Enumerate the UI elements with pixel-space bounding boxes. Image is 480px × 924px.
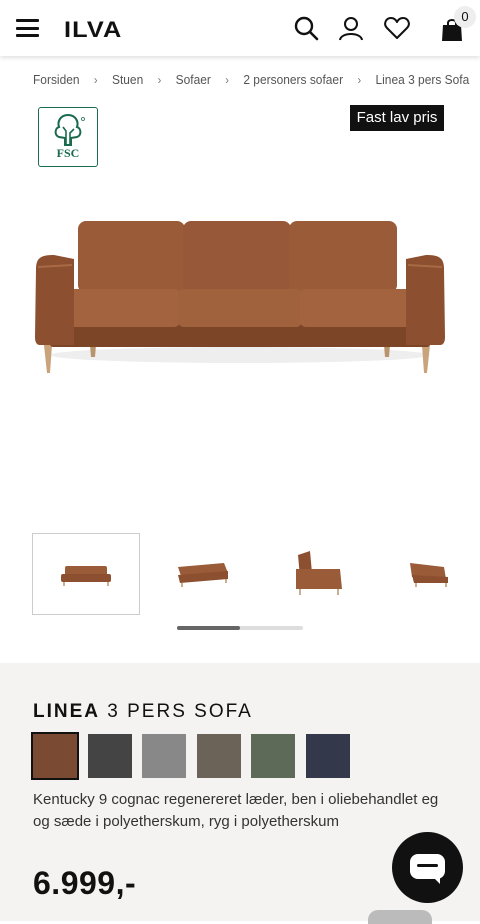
breadcrumb-item[interactable]: Stuen [112,72,143,87]
breadcrumb-item[interactable]: Sofaer [176,72,211,87]
menu-icon[interactable] [16,19,39,37]
color-swatch[interactable] [251,734,295,778]
gallery-scrollbar[interactable] [177,626,303,630]
product-price: 6.999,- [33,865,137,901]
bottom-handle[interactable] [368,910,432,924]
chat-button[interactable] [392,832,463,903]
breadcrumb-separator: › [357,73,362,87]
thumbnail-3[interactable] [256,533,364,615]
breadcrumb-item[interactable]: Forsiden [33,72,80,87]
breadcrumb: Forsiden › Stuen › Sofaer › 2 personers … [33,72,469,87]
price-badge: Fast lav pris [350,105,444,131]
product-image[interactable] [30,205,450,385]
thumbnail-2[interactable] [144,533,252,615]
color-swatch[interactable] [196,734,241,778]
breadcrumb-separator: › [225,73,229,87]
thumbnail-gallery [32,533,480,615]
chat-icon [410,854,445,884]
fsc-certification-logo: FSC [38,107,98,167]
color-swatch[interactable] [305,734,350,778]
color-swatch[interactable] [87,734,132,778]
product-name-rest: 3 PERS SOFA [100,701,253,722]
fsc-label: FSC [56,146,80,160]
breadcrumb-separator: › [93,73,98,87]
user-icon[interactable] [337,14,365,42]
search-icon[interactable] [292,14,320,42]
thumbnail-1[interactable] [32,533,140,615]
bag-count-badge: 0 [454,6,476,28]
breadcrumb-item[interactable]: 2 personers sofaer [243,72,343,87]
product-name-bold: LINEA [33,701,100,722]
breadcrumb-separator: › [157,73,162,87]
product-title: LINEA 3 PERS SOFA [33,701,253,723]
site-header: ILVA 0 [0,0,480,56]
breadcrumb-item-current: Linea 3 pers Sofa [375,72,470,87]
product-description: Kentucky 9 cognac regenereret læder, ben… [33,791,439,830]
color-swatch[interactable] [31,732,79,780]
thumbnail-4[interactable] [368,533,476,615]
color-swatch[interactable] [142,734,186,778]
fsc-tree-icon [54,113,85,146]
heart-icon[interactable] [383,14,411,42]
ilva-logo[interactable]: ILVA [64,17,122,43]
gallery-scrollbar-thumb[interactable] [177,626,240,630]
